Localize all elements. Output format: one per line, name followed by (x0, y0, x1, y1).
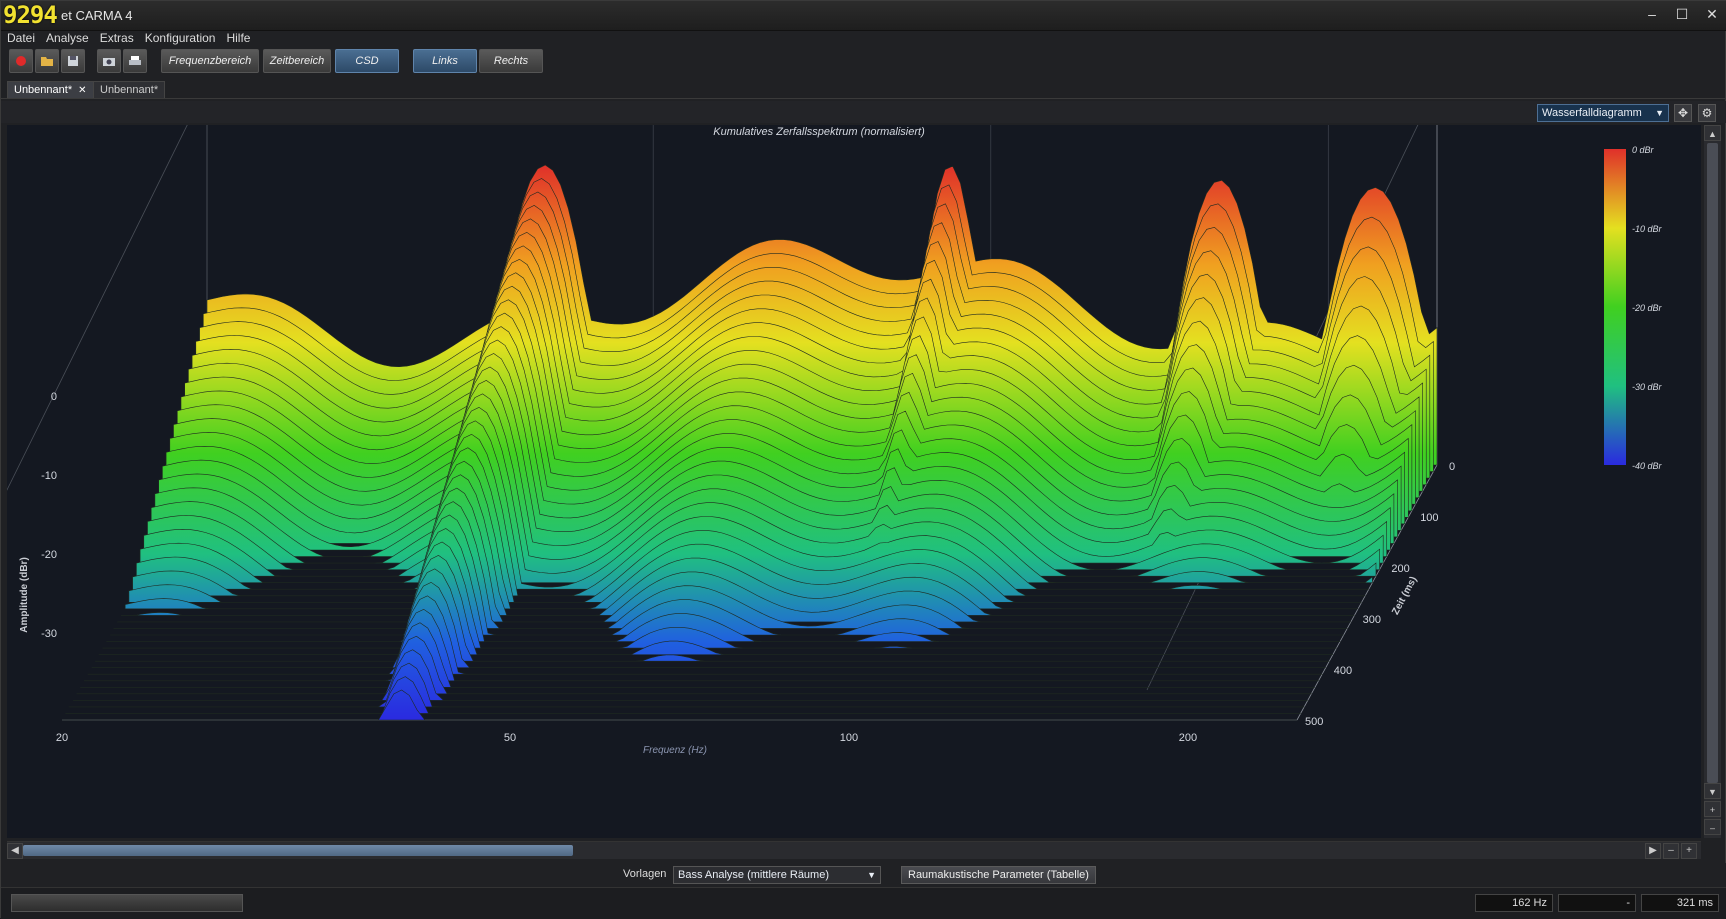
y-axis-label: Amplitude (dBr) (19, 557, 30, 633)
scroll-down-button[interactable]: ▼ (1704, 783, 1721, 799)
status-middle: - (1558, 894, 1636, 912)
vertical-scrollbar[interactable]: ▲ ▼ + – (1704, 125, 1721, 838)
z-tick-label: 200 (1391, 563, 1409, 575)
close-tab-icon[interactable]: ✕ (78, 85, 86, 96)
menu-konfiguration[interactable]: Konfiguration (139, 29, 221, 47)
chevron-down-icon: ▼ (1655, 108, 1664, 118)
toolbar: Frequenzbereich Zeitbereich CSD Links Re… (1, 49, 1726, 75)
menu-bar: Datei Analyse Extras Konfiguration Hilfe (1, 29, 1726, 47)
colorbar-label: 0 dBr (1632, 145, 1655, 155)
horizontal-scrollbar[interactable]: ◀ ▶ – + (7, 841, 1701, 859)
menu-datei[interactable]: Datei (1, 29, 40, 47)
app-window: 9294 et CARMA 4 – ☐ ✕ Datei Analyse Extr… (0, 0, 1726, 919)
tab-frequenzbereich[interactable]: Frequenzbereich (161, 49, 259, 73)
x-tick-label: 100 (840, 732, 858, 744)
gear-icon: ⚙ (1701, 106, 1713, 120)
horizontal-scroll-thumb[interactable] (23, 845, 573, 856)
zoom-in-y-button[interactable]: + (1704, 801, 1721, 817)
waterfall-slice (65, 676, 1301, 714)
x-axis-label: Frequenz (Hz) (643, 745, 707, 756)
settings-button[interactable]: ⚙ (1698, 104, 1716, 122)
open-button[interactable] (35, 49, 59, 73)
status-frequency: 162 Hz (1475, 894, 1553, 912)
vertical-scroll-thumb[interactable] (1707, 143, 1718, 783)
tab-label: Unbennant* (100, 84, 159, 96)
colorbar-label: -10 dBr (1632, 224, 1663, 234)
record-button[interactable] (9, 49, 33, 73)
colorbar-label: -30 dBr (1632, 382, 1663, 392)
tab-label: Unbennant* (14, 84, 73, 96)
status-bar: 162 Hz - 321 ms (1, 887, 1726, 919)
presets-select[interactable]: Bass Analyse (mittlere Räume) ▼ (673, 866, 881, 884)
menu-analyse[interactable]: Analyse (40, 29, 94, 47)
colorbar-label: -40 dBr (1632, 461, 1663, 471)
presets-bar: Vorlagen Bass Analyse (mittlere Räume) ▼ … (1, 863, 1726, 887)
folder-icon (41, 57, 53, 66)
disk-icon (68, 56, 78, 66)
scroll-up-button[interactable]: ▲ (1704, 125, 1721, 141)
waterfall-slice (73, 649, 1308, 701)
x-tick-label: 20 (56, 732, 68, 744)
z-tick-label: 100 (1420, 512, 1438, 524)
zoom-out-x-button[interactable]: – (1663, 843, 1679, 859)
y-tick-label: -10 (41, 470, 57, 482)
screenshot-button[interactable] (97, 49, 121, 73)
scroll-right-button[interactable]: ▶ (1645, 843, 1661, 859)
document-tabs: Unbennant* ✕ Unbennant* (1, 81, 1726, 99)
print-button[interactable] (123, 49, 147, 73)
chart-title: Kumulatives Zerfallsspektrum (normalisie… (713, 126, 925, 138)
status-time: 321 ms (1641, 894, 1719, 912)
waterfall-chart: Kumulatives Zerfallsspektrum (normalisie… (1, 84, 1663, 756)
chevron-down-icon: ▼ (867, 870, 876, 880)
colorbar (1604, 149, 1626, 465)
z-tick-label: 0 (1449, 461, 1455, 473)
close-button[interactable]: ✕ (1703, 5, 1721, 23)
view-type-select[interactable]: Wasserfalldiagramm ▼ (1537, 104, 1669, 122)
maximize-button[interactable]: ☐ (1673, 5, 1691, 23)
tab-csd[interactable]: CSD (335, 49, 399, 73)
menu-extras[interactable]: Extras (94, 29, 139, 47)
room-parameters-button[interactable]: Raumakustische Parameter (Tabelle) (901, 866, 1096, 884)
z-axis-label: Zeit (ms) (1390, 575, 1419, 617)
camera-icon (103, 58, 115, 66)
title-bar: 9294 et CARMA 4 – ☐ ✕ (1, 1, 1726, 31)
zoom-out-y-button[interactable]: – (1704, 819, 1721, 835)
window-title: et CARMA 4 (61, 8, 133, 23)
tab-zeitbereich[interactable]: Zeitbereich (263, 49, 331, 73)
document-tab-2[interactable]: Unbennant* (93, 81, 166, 98)
progress-bar (11, 894, 243, 912)
z-tick-label: 300 (1363, 614, 1381, 626)
view-type-value: Wasserfalldiagramm (1542, 107, 1642, 119)
colorbar-label: -20 dBr (1632, 303, 1663, 313)
minimize-button[interactable]: – (1643, 5, 1661, 23)
z-tick-label: 500 (1305, 716, 1323, 728)
y-tick-label: -30 (41, 628, 57, 640)
presets-value: Bass Analyse (mittlere Räume) (678, 869, 829, 881)
z-tick-label: 400 (1334, 665, 1352, 677)
zoom-in-x-button[interactable]: + (1681, 843, 1697, 859)
move-icon: ✥ (1677, 106, 1689, 120)
move-button[interactable]: ✥ (1674, 104, 1692, 122)
waterfall-plot-area: Kumulatives Zerfallsspektrum (normalisie… (1, 84, 1701, 838)
view-toolbar: Wasserfalldiagramm ▼ ✥ ⚙ (1, 101, 1726, 123)
presets-label: Vorlagen (623, 868, 667, 880)
y-tick-label: 0 (51, 391, 57, 403)
x-tick-label: 50 (504, 732, 516, 744)
y-tick-label: -20 (41, 549, 57, 561)
x-tick-label: 200 (1179, 732, 1197, 744)
record-icon (16, 56, 26, 66)
scroll-left-button[interactable]: ◀ (7, 843, 23, 859)
channel-rechts[interactable]: Rechts (479, 49, 543, 73)
menu-hilfe[interactable]: Hilfe (220, 29, 255, 47)
printer-icon (129, 56, 141, 65)
document-tab-1[interactable]: Unbennant* ✕ (7, 81, 94, 98)
save-button[interactable] (61, 49, 85, 73)
fps-counter: 9294 (3, 1, 58, 29)
waterfall-slice (62, 689, 1297, 721)
channel-links[interactable]: Links (413, 49, 477, 73)
